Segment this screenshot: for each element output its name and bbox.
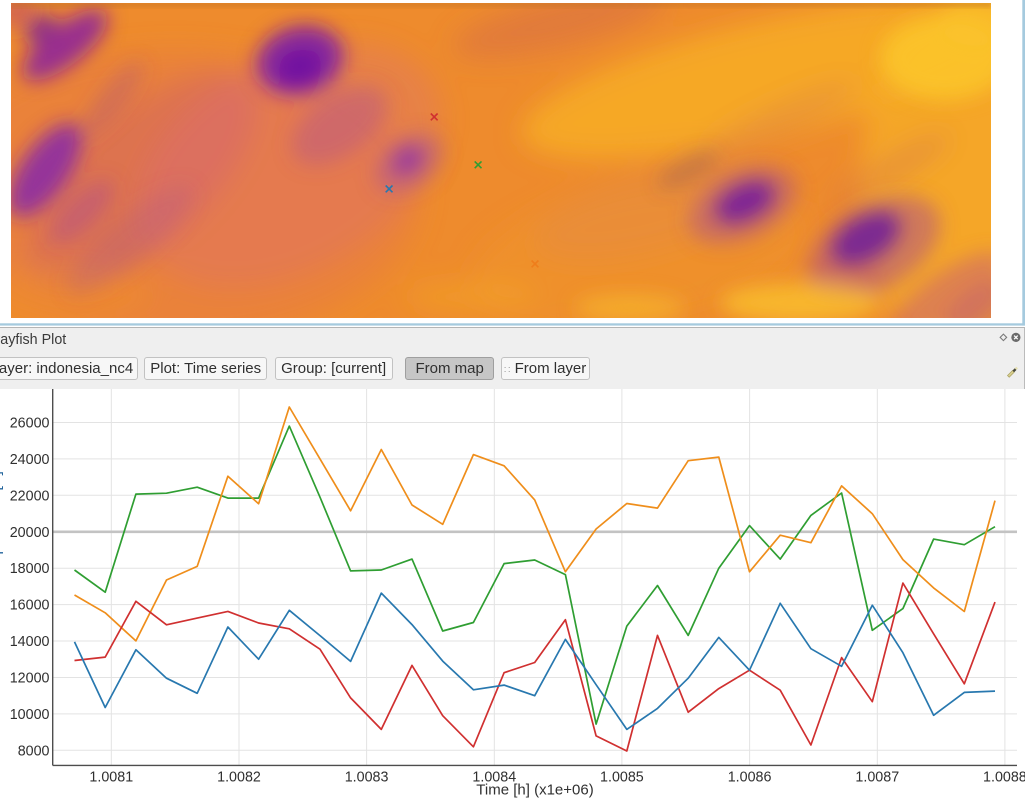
- svg-text:20000: 20000: [10, 525, 50, 541]
- svg-text:1.0082: 1.0082: [217, 769, 261, 785]
- svg-text:24000: 24000: [10, 452, 50, 468]
- svg-text:8000: 8000: [18, 743, 50, 759]
- svg-text:Time [h] (x1e+06): Time [h] (x1e+06): [476, 781, 593, 798]
- svg-text:1.0088: 1.0088: [983, 769, 1025, 785]
- svg-text:12000: 12000: [10, 671, 50, 687]
- svg-text:1.0085: 1.0085: [600, 769, 644, 785]
- svg-text:1.0086: 1.0086: [728, 769, 772, 785]
- svg-text:16000: 16000: [10, 598, 50, 614]
- svg-text:1.0087: 1.0087: [855, 769, 899, 785]
- svg-text:10000: 10000: [10, 707, 50, 723]
- svg-text:1.0081: 1.0081: [89, 769, 133, 785]
- svg-text:1.0083: 1.0083: [345, 769, 389, 785]
- svg-text:22000: 22000: [10, 488, 50, 504]
- svg-text:14000: 14000: [10, 634, 50, 650]
- svg-text:26000: 26000: [10, 416, 50, 432]
- svg-text:18000: 18000: [10, 561, 50, 577]
